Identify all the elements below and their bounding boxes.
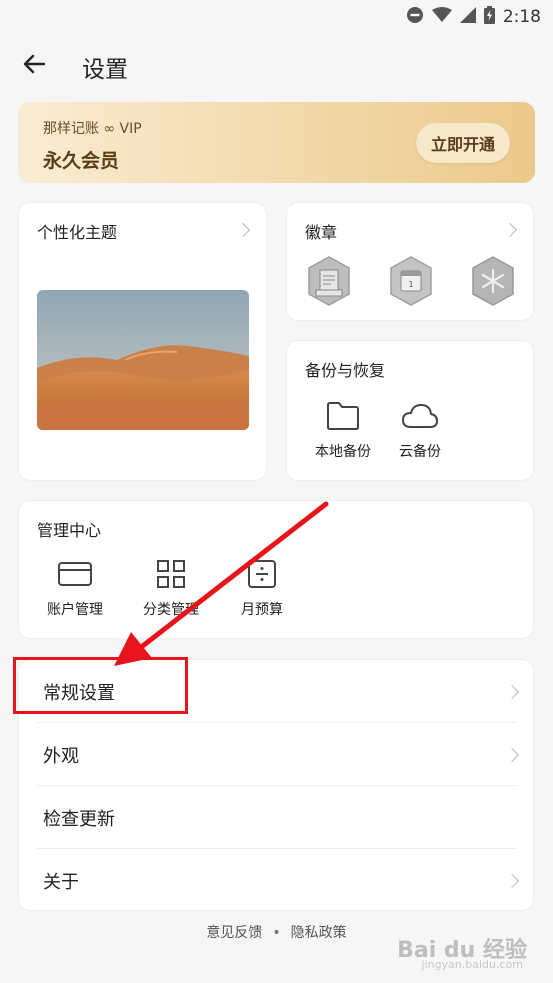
local-backup-label: 本地备份 (315, 444, 371, 460)
card-icon (57, 559, 93, 593)
cloud-backup-label: 云备份 (399, 444, 441, 460)
vip-banner[interactable]: 那样记账 ∞ VIP 永久会员 立即开通 (18, 102, 535, 183)
about-label: 关于 (43, 872, 79, 893)
annotation-highlight-box (13, 657, 188, 714)
calendar-badge-icon[interactable]: 1 (387, 255, 435, 307)
wifi-icon (431, 7, 452, 27)
feedback-link[interactable]: 意见反馈 (206, 925, 262, 941)
list-item-appearance[interactable]: 外观 (19, 723, 535, 786)
signal-icon (459, 7, 476, 27)
page-title: 设置 (82, 57, 128, 83)
dnd-icon (406, 6, 424, 28)
category-management-label: 分类管理 (143, 602, 199, 618)
grid-icon (156, 559, 186, 593)
theme-card-title: 个性化主题 (37, 223, 118, 242)
vip-subtitle: 那样记账 ∞ VIP (43, 121, 142, 137)
status-time: 2:18 (502, 7, 541, 27)
folder-icon (326, 401, 360, 435)
chevron-right-icon (504, 747, 520, 763)
list-item-about[interactable]: 关于 (19, 849, 535, 912)
vip-title: 永久会员 (43, 150, 120, 172)
budget-icon (247, 559, 277, 593)
chevron-right-icon (502, 222, 518, 238)
privacy-policy-link[interactable]: 隐私政策 (291, 925, 347, 941)
monthly-budget-button[interactable]: 月预算 (241, 559, 283, 619)
badge-card-title: 徽章 (305, 223, 338, 242)
backup-card: 备份与恢复 本地备份 云备份 (286, 340, 534, 481)
chevron-right-icon (504, 873, 520, 889)
notebook-badge-icon[interactable] (305, 255, 353, 307)
cloud-backup-button[interactable]: 云备份 (399, 401, 441, 461)
management-center-card: 管理中心 账户管理 分类管理 月预算 (18, 500, 534, 639)
title-bar: 设置 (0, 40, 553, 90)
backup-card-title: 备份与恢复 (305, 361, 386, 380)
account-management-button[interactable]: 账户管理 (47, 559, 103, 619)
check-update-label: 检查更新 (43, 809, 115, 830)
battery-icon (483, 6, 495, 28)
arrow-left-icon (23, 54, 46, 78)
theme-card[interactable]: 个性化主题 (18, 202, 267, 481)
category-management-button[interactable]: 分类管理 (143, 559, 199, 619)
account-management-label: 账户管理 (47, 602, 103, 618)
activate-vip-button[interactable]: 立即开通 (416, 123, 510, 163)
cloud-icon (401, 401, 439, 435)
monthly-budget-label: 月预算 (241, 602, 283, 618)
management-center-title: 管理中心 (37, 521, 102, 540)
local-backup-button[interactable]: 本地备份 (315, 401, 371, 461)
badge-card[interactable]: 徽章 1 (286, 202, 534, 321)
svg-text:1: 1 (408, 280, 413, 289)
chevron-right-icon (235, 222, 251, 238)
footer-separator: • (272, 925, 281, 941)
theme-preview-image[interactable] (37, 290, 249, 430)
status-bar: 2:18 (0, 0, 553, 34)
snowflake-badge-icon[interactable] (469, 255, 517, 307)
back-button[interactable] (16, 48, 52, 84)
list-item-check-update[interactable]: 检查更新 (19, 786, 535, 849)
watermark-url: jingyan.baidu.com (421, 958, 523, 971)
chevron-right-icon (504, 684, 520, 700)
appearance-label: 外观 (43, 746, 79, 767)
